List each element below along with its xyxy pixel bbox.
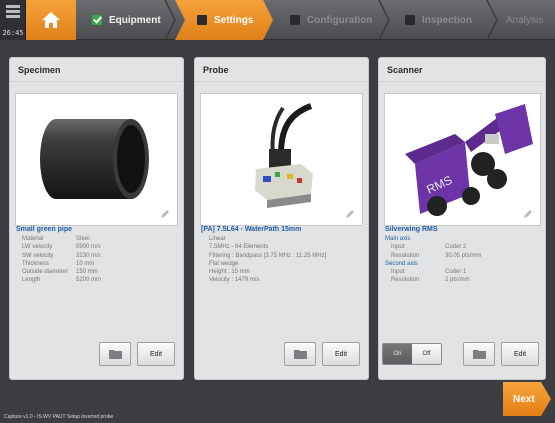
second-axis-label: Second axis — [385, 260, 418, 267]
folder-icon — [108, 350, 122, 359]
step-settings[interactable]: Settings — [197, 0, 253, 40]
specimen-open-button[interactable] — [99, 342, 131, 366]
separator-chevron-icon — [486, 0, 498, 41]
property-row: Input Coder 2 — [391, 244, 467, 251]
top-navigation-bar: 26:45 Equipment Settings Configuration I… — [0, 0, 555, 41]
probe-line: Filtering : Bandpass [3.75 MHz : 11.25 M… — [209, 252, 327, 259]
step-analysis[interactable]: Analysis — [506, 0, 543, 40]
property-row: Thickness 10 mm — [22, 260, 95, 267]
clock: 26:45 — [2, 29, 24, 37]
probe-line: Height : 15 mm — [209, 269, 250, 276]
property-row: SW velocity 3230 m/s — [22, 252, 101, 259]
property-row: Input Coder 1 — [391, 269, 467, 276]
property-row: Resolution 2 pts/mm — [391, 277, 470, 284]
specimen-name: Small green pipe — [16, 226, 73, 233]
probe-name: [PA] 7.5L64 - WaterPath 15mm — [201, 226, 302, 233]
specimen-panel: Specimen Small green pipe Material Steel … — [9, 57, 184, 380]
pipe-image — [40, 119, 149, 199]
probe-line: Flat wedge — [209, 260, 239, 267]
home-button[interactable] — [26, 0, 76, 40]
separator-chevron-icon — [378, 0, 390, 41]
edit-pencil-icon[interactable] — [344, 208, 356, 220]
property-row: LW velocity 5900 m/s — [22, 244, 101, 251]
next-button[interactable]: Next — [503, 382, 551, 416]
property-row: Material Steel — [22, 236, 90, 242]
property-row: Length 5200 mm — [22, 277, 102, 284]
separator-chevron-icon — [164, 0, 176, 41]
property-row: Outside diameter 150 mm — [22, 269, 98, 276]
scanner-open-button[interactable] — [463, 342, 495, 366]
step-configuration[interactable]: Configuration — [290, 0, 373, 40]
scanner-properties: Main axis Input Coder 2 Resolution 30.05 p… — [385, 235, 481, 285]
step-settings-label: Settings — [214, 14, 254, 26]
specimen-edit-button[interactable]: Edit — [137, 342, 175, 366]
main-axis-label: Main axis — [385, 236, 411, 242]
scanner-image-graphic: RMS — [405, 104, 533, 216]
specimen-image[interactable] — [15, 93, 178, 226]
scanner-header: Scanner — [379, 58, 545, 82]
device-status: 26:45 — [0, 0, 26, 40]
property-row: Resolution 30.05 pts/mm — [391, 252, 482, 259]
scanner-on-off-toggle[interactable]: On Off — [382, 343, 442, 365]
step-inspection[interactable]: Inspection — [405, 0, 472, 40]
step-equipment-label: Equipment — [109, 14, 161, 26]
scanner-image[interactable]: RMS — [384, 93, 541, 226]
specimen-header: Specimen — [10, 58, 183, 82]
step-analysis-label: Analysis — [506, 14, 544, 26]
specimen-properties: Material Steel LW velocity 5900 m/s SW vel… — [16, 235, 101, 285]
step-inspection-label: Inspection — [422, 14, 473, 26]
scanner-name: Silverwing RMS — [385, 226, 438, 233]
toggle-off[interactable]: Off — [412, 344, 441, 364]
home-icon — [42, 12, 60, 28]
probe-properties: Linear 7.5MHz - 64 Elements Filtering : … — [201, 235, 326, 285]
step-configuration-label: Configuration — [307, 14, 373, 26]
scanner-edit-button[interactable]: Edit — [501, 342, 539, 366]
folder-icon — [472, 350, 486, 359]
step-equipment[interactable]: Equipment — [92, 0, 161, 40]
probe-header: Probe — [195, 58, 368, 82]
check-icon — [92, 15, 102, 25]
probe-edit-button[interactable]: Edit — [322, 342, 360, 366]
probe-line: Linear — [209, 236, 226, 242]
probe-image[interactable] — [200, 93, 363, 226]
step-box-icon — [197, 15, 207, 25]
probe-line: Velocity : 1479 m/s — [209, 277, 260, 284]
step-box-icon — [290, 15, 300, 25]
signal-icon — [6, 5, 20, 20]
probe-image-graphic — [255, 103, 313, 208]
step-box-icon — [405, 15, 415, 25]
probe-open-button[interactable] — [284, 342, 316, 366]
toggle-on[interactable]: On — [383, 344, 412, 364]
folder-icon — [293, 350, 307, 359]
scanner-panel: Scanner RMS Silverwing RMS Main axis Inp… — [378, 57, 546, 380]
next-label: Next — [513, 393, 535, 405]
edit-pencil-icon[interactable] — [522, 208, 534, 220]
status-text: Capture v1.0 - IS.WV PAUT Setup inverted… — [4, 414, 114, 420]
probe-line: 7.5MHz - 64 Elements — [209, 244, 269, 251]
edit-pencil-icon[interactable] — [159, 208, 171, 220]
probe-panel: Probe [PA] 7.5L64 - WaterPath 15mm Linea… — [194, 57, 369, 380]
